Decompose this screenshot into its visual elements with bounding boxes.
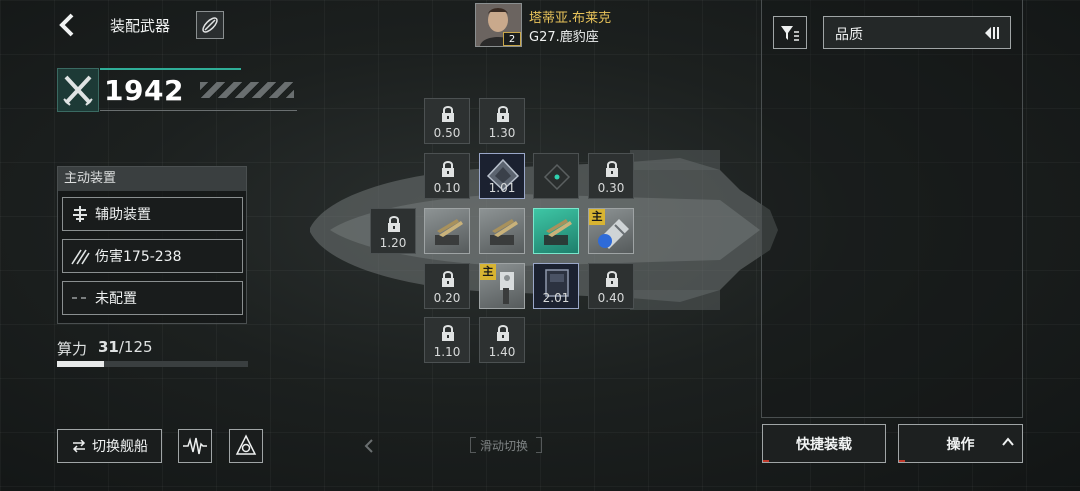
slot-empty[interactable] bbox=[533, 153, 579, 199]
device-row-auxiliary[interactable]: 辅助装置 bbox=[62, 197, 243, 231]
slide-bracket-right bbox=[536, 437, 542, 453]
operate-label: 操作 bbox=[946, 436, 975, 453]
quick-equip-button[interactable]: 快捷装载 bbox=[762, 424, 886, 463]
quality-sort-select[interactable]: 品质 bbox=[823, 16, 1011, 49]
slot-value: 0.40 bbox=[597, 291, 625, 305]
device-row-label: 未配置 bbox=[95, 291, 137, 307]
slot-value: 2.01 bbox=[542, 291, 570, 305]
lock-icon bbox=[497, 325, 509, 341]
damage-claw-icon bbox=[67, 245, 93, 267]
slot-equipped-engine[interactable]: 2.01 bbox=[533, 263, 579, 309]
turret-icon bbox=[544, 219, 572, 245]
chevron-up-icon bbox=[1002, 437, 1014, 446]
auxiliary-device-icon bbox=[67, 203, 93, 225]
page-title: 装配武器 bbox=[110, 17, 171, 35]
chevron-left-icon[interactable] bbox=[363, 439, 375, 453]
lock-icon bbox=[606, 271, 618, 287]
slot-equipped-turret[interactable] bbox=[424, 208, 470, 254]
quick-equip-label: 快捷装载 bbox=[796, 436, 852, 453]
active-device-panel: 主动装置 辅助装置 伤害175-238 未配置 bbox=[57, 166, 247, 324]
waveform-button[interactable] bbox=[178, 429, 212, 463]
slot-equipped-armor[interactable]: 1.01 bbox=[479, 153, 525, 199]
device-row-label: 伤害175-238 bbox=[95, 249, 182, 265]
lock-icon bbox=[497, 106, 509, 122]
device-row-label: 辅助装置 bbox=[95, 207, 151, 223]
emblem-icon bbox=[235, 434, 257, 455]
lock-icon bbox=[442, 161, 454, 177]
operate-button[interactable]: 操作 bbox=[898, 424, 1023, 463]
compute-used: 31 bbox=[98, 338, 119, 356]
lock-icon bbox=[442, 325, 454, 341]
diamond-icon bbox=[543, 163, 571, 191]
slot-value: 0.10 bbox=[433, 181, 461, 195]
captain-level: 2 bbox=[503, 32, 521, 46]
lock-icon bbox=[442, 106, 454, 122]
slot-locked[interactable]: 0.40 bbox=[588, 263, 634, 309]
slot-main-weapon[interactable]: 主 bbox=[588, 208, 634, 254]
compute-label: 算力 bbox=[57, 340, 88, 358]
rocket-icon bbox=[202, 17, 218, 33]
slot-selected-turret[interactable] bbox=[533, 208, 579, 254]
switch-ship-label: 切换舰船 bbox=[92, 439, 148, 455]
turret-icon bbox=[490, 219, 518, 245]
lock-icon bbox=[388, 216, 400, 232]
slide-switch-hint: 滑动切换 bbox=[480, 439, 529, 453]
dash-icon bbox=[67, 287, 93, 309]
quality-sort-label: 品质 bbox=[835, 27, 863, 43]
slot-equipped-turret[interactable] bbox=[479, 208, 525, 254]
slot-main-cannon[interactable]: 主 bbox=[479, 263, 525, 309]
combat-power: 1942 bbox=[57, 68, 297, 112]
back-icon[interactable] bbox=[58, 13, 80, 37]
slot-locked[interactable]: 0.10 bbox=[424, 153, 470, 199]
device-row-damage[interactable]: 伤害175-238 bbox=[62, 239, 243, 273]
rocket-button[interactable] bbox=[196, 11, 224, 39]
button-accent-mark bbox=[899, 460, 905, 462]
compute-value: 31/125 bbox=[98, 338, 153, 356]
slot-locked[interactable]: 1.40 bbox=[479, 317, 525, 363]
slot-value: 1.01 bbox=[488, 181, 516, 195]
power-accent-line bbox=[100, 68, 241, 70]
power-divider bbox=[100, 110, 297, 111]
compute-bar bbox=[57, 361, 248, 367]
sort-toggle-icon[interactable] bbox=[984, 25, 1002, 41]
compute-fill bbox=[57, 361, 105, 367]
lock-icon bbox=[442, 271, 454, 287]
emblem-button[interactable] bbox=[229, 429, 263, 463]
slot-locked[interactable]: 0.20 bbox=[424, 263, 470, 309]
slot-locked[interactable]: 0.30 bbox=[588, 153, 634, 199]
slot-locked[interactable]: 1.20 bbox=[370, 208, 416, 254]
device-row-empty[interactable]: 未配置 bbox=[62, 281, 243, 315]
power-value: 1942 bbox=[104, 74, 184, 107]
main-weapon-tag: 主 bbox=[480, 264, 496, 280]
slot-value: 1.20 bbox=[379, 236, 407, 250]
crossed-swords-icon bbox=[57, 68, 99, 112]
main-weapon-tag: 主 bbox=[589, 209, 605, 225]
slot-value: 1.10 bbox=[433, 345, 461, 359]
slot-value: 0.50 bbox=[433, 126, 461, 140]
slot-value: 0.20 bbox=[433, 291, 461, 305]
filter-button[interactable] bbox=[773, 16, 807, 49]
power-stripes bbox=[200, 82, 294, 98]
turret-icon bbox=[435, 219, 463, 245]
panel-header: 主动装置 bbox=[58, 167, 246, 191]
swap-icon bbox=[72, 439, 86, 453]
slide-bracket-left bbox=[470, 437, 476, 453]
slot-value: 1.40 bbox=[488, 345, 516, 359]
inventory-panel bbox=[761, 0, 1023, 418]
button-accent-mark bbox=[763, 460, 769, 462]
slot-locked[interactable]: 1.30 bbox=[479, 98, 525, 144]
switch-ship-button[interactable]: 切换舰船 bbox=[57, 429, 162, 463]
compute-total: /125 bbox=[118, 338, 153, 356]
slot-locked[interactable]: 0.50 bbox=[424, 98, 470, 144]
slot-value: 0.30 bbox=[597, 181, 625, 195]
waveform-icon bbox=[183, 437, 207, 455]
captain-portrait[interactable]: 2 bbox=[475, 3, 522, 47]
captain-name: 塔蒂亚.布莱克 bbox=[529, 11, 612, 26]
filter-icon bbox=[781, 25, 799, 41]
lock-icon bbox=[606, 161, 618, 177]
ship-name: G27.鹿豹座 bbox=[529, 30, 599, 45]
slot-locked[interactable]: 1.10 bbox=[424, 317, 470, 363]
slot-value: 1.30 bbox=[488, 126, 516, 140]
